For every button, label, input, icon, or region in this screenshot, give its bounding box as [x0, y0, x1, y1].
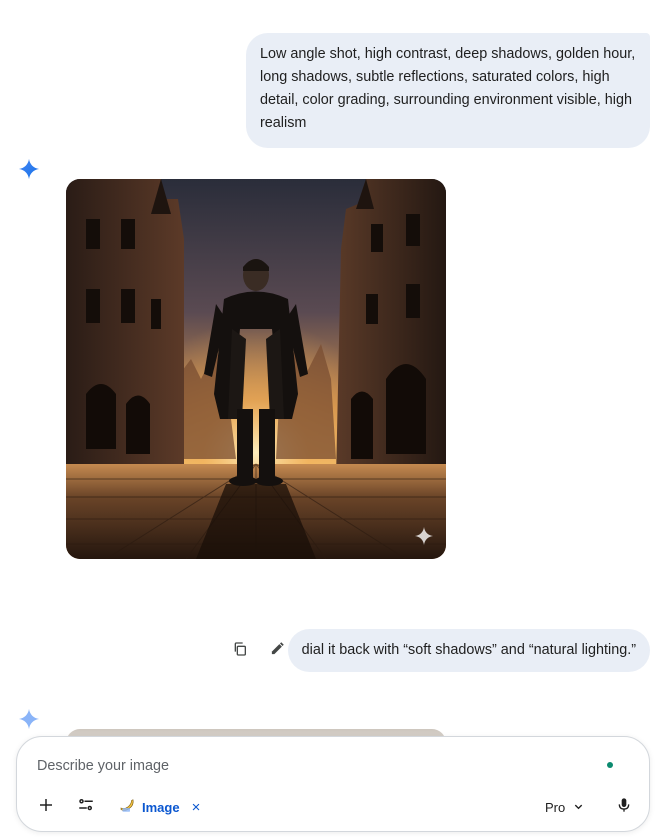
image-tool-chip[interactable]: Image × [118, 795, 200, 819]
gemini-sparkle-icon-2 [18, 708, 40, 730]
chevron-down-icon [573, 800, 584, 815]
user-prompt-text-2: dial it back with “soft shadows” and “na… [301, 642, 636, 658]
status-dot [607, 762, 613, 768]
user-prompt-bubble-2: dial it back with “soft shadows” and “na… [287, 629, 650, 672]
user-prompt-text: Low angle shot, high contrast, deep shad… [260, 46, 636, 131]
tools-sliders-icon [77, 796, 95, 819]
edit-prompt-button[interactable] [266, 640, 288, 662]
prompt-input[interactable] [37, 755, 597, 777]
generated-image[interactable] [66, 179, 446, 559]
model-label: Pro [545, 799, 566, 815]
model-picker[interactable]: Pro [545, 795, 584, 819]
plus-icon [38, 797, 54, 818]
microphone-button[interactable] [612, 795, 636, 819]
gemini-sparkle-icon [18, 158, 40, 180]
prompt-composer: Image × Pro [16, 736, 650, 832]
chip-close-icon[interactable]: × [192, 800, 201, 815]
user-prompt-bubble: Low angle shot, high contrast, deep shad… [246, 33, 650, 148]
image-chip-label: Image [142, 799, 180, 815]
copy-button[interactable] [229, 640, 251, 662]
edit-pencil-icon [270, 641, 285, 661]
tools-button[interactable] [74, 795, 98, 819]
microphone-icon [616, 797, 632, 818]
add-button[interactable] [34, 795, 58, 819]
banana-icon [118, 796, 136, 819]
copy-icon [232, 641, 248, 662]
